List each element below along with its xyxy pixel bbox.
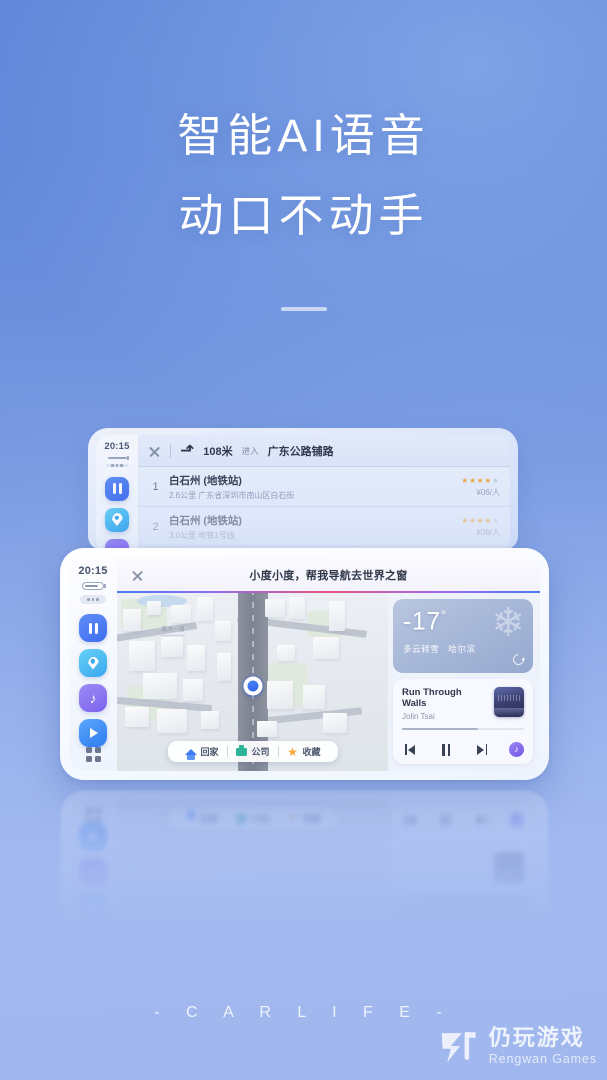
quick-actions-bar: 回家 公司 ★ 收藏	[167, 741, 338, 762]
result-text: 白石州 (地铁站) 3.0公里 地铁1号线	[169, 513, 452, 541]
music-app-icon[interactable]: ♪	[79, 684, 107, 712]
more-dots-icon	[106, 464, 128, 467]
weather-city: 哈尔滨	[448, 644, 476, 655]
result-price: ¥06/人	[476, 488, 500, 497]
rating-stars: ★★★★★	[461, 476, 500, 485]
sidebar-apps: ♪	[79, 614, 107, 747]
weather-widget[interactable]: ❄ -17° 多云转雪 哈尔滨	[393, 599, 533, 673]
tablet-reflection: ♪ 回家 公司 ★ 收藏 ♪	[60, 790, 549, 922]
quick-action-label: 回家	[200, 747, 219, 757]
voice-command-text: 小度小度，帮我导航去世界之窗	[249, 570, 408, 582]
track-artist: Jolin Tsai	[402, 712, 435, 721]
close-icon[interactable]	[131, 569, 144, 582]
map-app-icon[interactable]	[79, 649, 107, 677]
result-index: 1	[152, 481, 159, 493]
snowflake-icon: ❄	[491, 601, 525, 645]
rengwan-logo-icon	[438, 1024, 482, 1068]
promo-page: 智能AI语音 动口不动手 20:15 ♪ ⬏ 108米	[0, 0, 607, 1080]
result-rating-block: ★★★★★ ¥06/人	[461, 476, 500, 498]
quick-action-label: 收藏	[302, 747, 321, 757]
back-sidebar: 20:15 ♪	[96, 435, 138, 550]
close-icon[interactable]	[148, 444, 161, 457]
result-name: 白石州 (地铁站)	[169, 475, 242, 487]
watermark-en: Rengwan Games	[488, 1051, 597, 1066]
watermark-cn: 仍玩游戏	[488, 1024, 585, 1050]
track-title: Run Through Walls	[402, 687, 462, 709]
music-widget: Run Through Walls Jolin Tsai ♪	[393, 679, 533, 764]
briefcase-icon	[235, 745, 247, 758]
weather-condition: 多云转雪	[403, 644, 440, 655]
watermark: 仍玩游戏 Rengwan Games	[438, 1024, 597, 1068]
album-art	[494, 687, 524, 717]
temperature-value: -17	[403, 607, 441, 636]
battery-icon	[107, 457, 127, 459]
table-row[interactable]: 1 白石州 (地铁站) 2.6公里 广东省深圳市南山区白石街 ★★★★★ ¥06…	[138, 467, 510, 507]
music-meta: Run Through Walls Jolin Tsai	[402, 687, 487, 721]
result-text: 白石州 (地铁站) 2.6公里 广东省深圳市南山区白石街	[169, 473, 452, 501]
music-info: Run Through Walls Jolin Tsai	[402, 687, 524, 721]
footer-brand: - C A R L I F E -	[154, 1004, 453, 1021]
previous-track-icon[interactable]	[405, 744, 416, 755]
result-price: ¥06/人	[476, 528, 500, 537]
result-rating-block: ★★★★★ ¥06/人	[461, 516, 500, 538]
headline-line-2: 动口不动手	[178, 189, 429, 241]
nav-divider	[170, 443, 171, 458]
main-sidebar: 20:15 ♪	[69, 557, 117, 771]
background-tablet: 20:15 ♪ ⬏ 108米 进入 广东公路铺路	[88, 428, 518, 550]
rating-stars: ★★★★★	[461, 516, 500, 525]
voice-command-bar: 小度小度，帮我导航去世界之窗	[117, 557, 540, 593]
map-view[interactable]: 海河一路 回家 公司 ★ 收藏	[117, 593, 388, 771]
nav-distance: 108米	[203, 445, 233, 458]
location-puck-icon	[243, 676, 262, 696]
turn-right-icon: ⬏	[180, 441, 195, 460]
main-content: 小度小度，帮我导航去世界之窗 海河一路 回家 公司 ★ 收藏 ❄ -17° 多云…	[117, 557, 540, 771]
title-divider	[280, 307, 327, 311]
map-app-icon[interactable]	[105, 507, 129, 532]
nav-road-name: 广东公路铺路	[267, 445, 334, 458]
quick-action-favorites[interactable]: ★ 收藏	[279, 745, 329, 758]
back-nav-bar: ⬏ 108米 进入 广东公路铺路	[138, 435, 510, 467]
nav-into-label: 进入	[241, 445, 259, 456]
quick-action-work[interactable]: 公司	[227, 745, 277, 758]
weather-condition-row: 多云转雪 哈尔滨	[403, 643, 523, 655]
main-body: 海河一路 回家 公司 ★ 收藏 ❄ -17° 多云转雪 哈尔滨 Run Thro…	[117, 593, 540, 771]
quick-action-home[interactable]: 回家	[176, 745, 226, 760]
status-time: 20:15	[78, 565, 108, 577]
back-main: ⬏ 108米 进入 广东公路铺路 1 白石州 (地铁站) 2.6公里 广东省深圳…	[138, 435, 510, 550]
watermark-text: 仍玩游戏 Rengwan Games	[488, 1024, 597, 1067]
media-app-icon[interactable]	[105, 476, 129, 501]
battery-icon	[82, 582, 104, 590]
app-grid-icon[interactable]	[85, 747, 101, 762]
result-subtitle: 3.0公里 地铁1号线	[169, 531, 235, 540]
result-index: 2	[152, 521, 159, 533]
main-tablet-screen: 20:15 ♪ 小度小度，帮我导航去世界之窗 海河一路 回家 公司 ★ 收藏 ❄…	[69, 557, 540, 771]
media-app-icon[interactable]	[79, 614, 107, 642]
back-status-time: 20:15	[104, 441, 130, 452]
widget-column: ❄ -17° 多云转雪 哈尔滨 Run Through Walls Jolin …	[388, 593, 540, 771]
pause-icon[interactable]	[442, 743, 451, 756]
result-name: 白石州 (地铁站)	[169, 515, 242, 527]
progress-bar[interactable]	[402, 728, 524, 730]
table-row[interactable]: 2 白石州 (地铁站) 3.0公里 地铁1号线 ★★★★★ ¥06/人	[138, 507, 510, 547]
music-controls: ♪	[402, 736, 524, 757]
page-title: 智能AI语音 动口不动手	[0, 104, 607, 248]
next-track-icon[interactable]	[477, 744, 488, 755]
video-app-icon[interactable]	[79, 719, 107, 747]
more-dots-icon[interactable]	[80, 594, 106, 604]
headline-line-1: 智能AI语音	[177, 110, 430, 161]
background-tablet-screen: 20:15 ♪ ⬏ 108米 进入 广东公路铺路	[96, 435, 510, 550]
home-icon	[184, 746, 197, 760]
degree-symbol: °	[440, 607, 447, 623]
star-icon: ★	[287, 744, 298, 759]
back-sidebar-apps: ♪	[105, 476, 129, 550]
result-subtitle: 2.6公里 广东省深圳市南山区白石街	[169, 491, 295, 500]
quick-action-label: 公司	[251, 747, 270, 757]
main-tablet: 20:15 ♪ 小度小度，帮我导航去世界之窗 海河一路 回家 公司 ★ 收藏 ❄…	[60, 548, 549, 780]
music-app-badge-icon[interactable]: ♪	[509, 742, 524, 757]
map-street-label: 海河一路	[161, 627, 186, 636]
